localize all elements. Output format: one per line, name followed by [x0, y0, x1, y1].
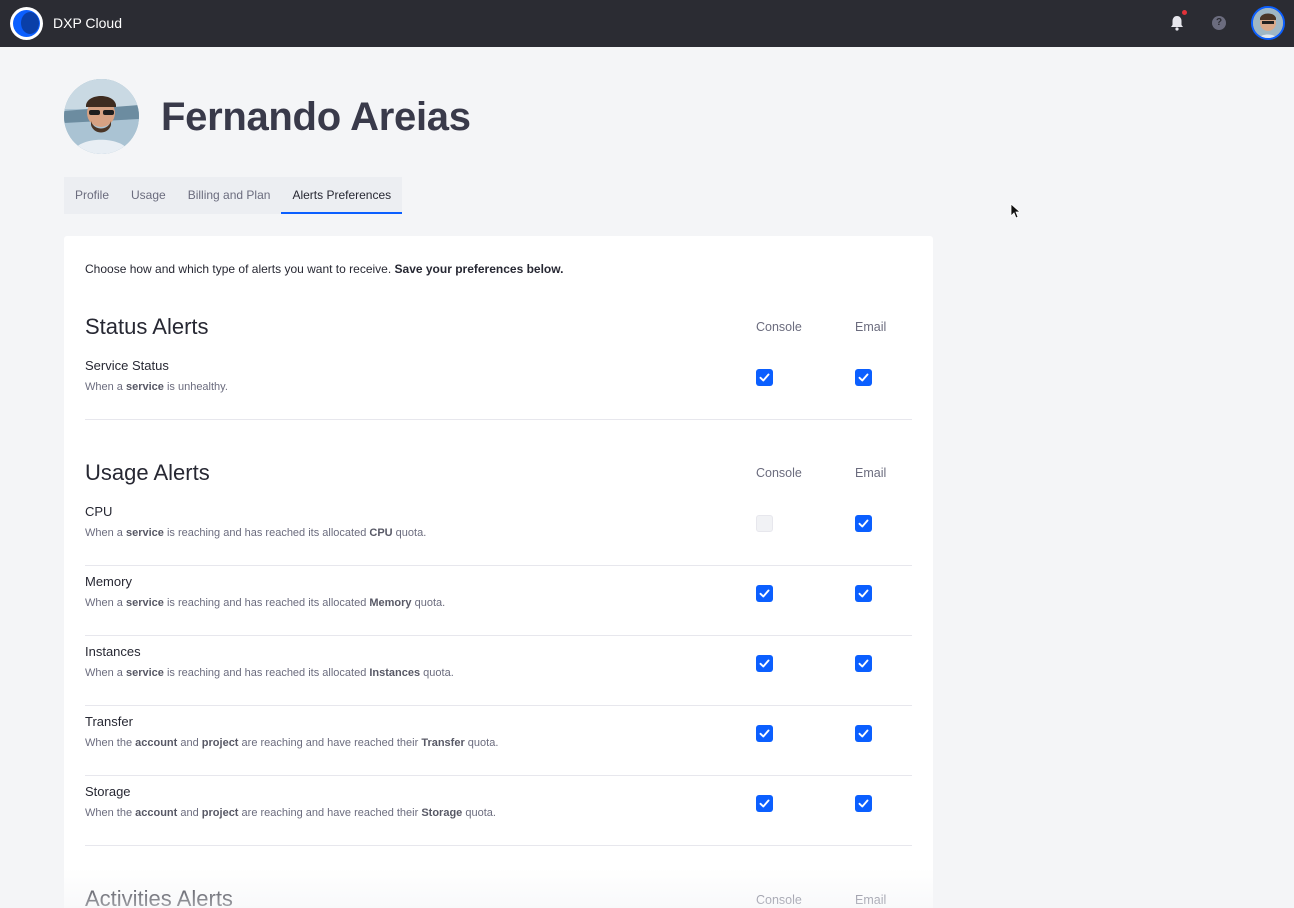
section-title-status-alerts: Status Alerts: [85, 314, 209, 339]
column-header-email: Email: [855, 320, 887, 334]
alert-row-title: Memory: [85, 574, 132, 589]
console-checkbox[interactable]: [756, 655, 773, 672]
alert-row-description: When a service is reaching and has reach…: [85, 597, 446, 609]
tab-profile[interactable]: Profile: [64, 177, 120, 214]
alert-row-description: When the account and project are reachin…: [85, 807, 496, 819]
alert-row-description: When a service is unhealthy.: [85, 381, 228, 393]
console-checkbox[interactable]: [756, 369, 773, 386]
email-checkbox[interactable]: [855, 795, 872, 812]
column-header-console: Console: [756, 320, 802, 334]
app-name[interactable]: DXP Cloud: [53, 15, 122, 31]
column-header-email: Email: [855, 466, 887, 480]
column-header-email: Email: [855, 893, 887, 907]
alert-row-title: Instances: [85, 644, 141, 659]
user-avatar[interactable]: [1251, 6, 1285, 40]
alert-row-storage: Storage When the account and project are …: [85, 776, 912, 846]
alert-row-description: When a service is reaching and has reach…: [85, 667, 454, 679]
column-header-console: Console: [756, 466, 802, 480]
dxp-cloud-logo-icon[interactable]: [10, 7, 43, 40]
alert-row-description: When a service is reaching and has reach…: [85, 527, 427, 539]
email-checkbox[interactable]: [855, 369, 872, 386]
help-icon[interactable]: ?: [1212, 16, 1226, 30]
column-header-console: Console: [756, 893, 802, 907]
console-checkbox[interactable]: [756, 585, 773, 602]
alert-row-memory: Memory When a service is reaching and has…: [85, 566, 912, 636]
alert-row-title: Transfer: [85, 714, 133, 729]
tab-billing-and-plan[interactable]: Billing and Plan: [177, 177, 282, 214]
console-checkbox[interactable]: [756, 515, 773, 532]
profile-name: Fernando Areias: [161, 95, 471, 139]
alert-row-service-status: Service Status When a service is unhealth…: [85, 350, 912, 420]
email-checkbox[interactable]: [855, 515, 872, 532]
section-title-activities-alerts: Activities Alerts: [85, 886, 233, 908]
bell-icon[interactable]: [1170, 15, 1184, 31]
alerts-preferences-card: Choose how and which type of alerts you …: [64, 236, 933, 908]
intro-text: Choose how and which type of alerts you …: [85, 262, 564, 276]
notification-dot-icon: [1182, 10, 1187, 15]
console-checkbox[interactable]: [756, 795, 773, 812]
alert-row-transfer: Transfer When the account and project are…: [85, 706, 912, 776]
section-title-usage-alerts: Usage Alerts: [85, 460, 210, 485]
profile-avatar: [64, 79, 139, 154]
profile-tabs: Profile Usage Billing and Plan Alerts Pr…: [64, 177, 403, 214]
mouse-cursor-icon: [1010, 203, 1020, 219]
alert-row-description: When the account and project are reachin…: [85, 737, 499, 749]
top-navbar: DXP Cloud ?: [0, 0, 1294, 47]
email-checkbox[interactable]: [855, 725, 872, 742]
alert-row-title: CPU: [85, 504, 113, 519]
tab-alerts-preferences[interactable]: Alerts Preferences: [281, 177, 403, 214]
alert-row-title: Storage: [85, 784, 131, 799]
email-checkbox[interactable]: [855, 585, 872, 602]
alert-row-title: Service Status: [85, 358, 169, 373]
email-checkbox[interactable]: [855, 655, 872, 672]
tab-usage[interactable]: Usage: [120, 177, 177, 214]
alert-row-cpu: CPU When a service is reaching and has re…: [85, 496, 912, 566]
alert-row-instances: Instances When a service is reaching and …: [85, 636, 912, 706]
console-checkbox[interactable]: [756, 725, 773, 742]
